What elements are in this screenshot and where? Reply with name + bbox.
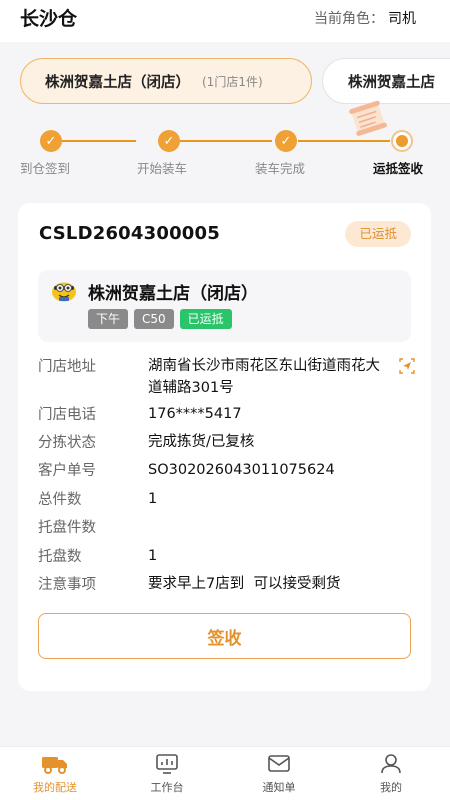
warehouse-title: 长沙仓 bbox=[20, 8, 78, 30]
field-value: 完成拣货/已复核 bbox=[148, 434, 255, 450]
field-value[interactable]: 176****5417 bbox=[148, 403, 388, 425]
mail-icon bbox=[268, 755, 290, 772]
current-role: 当前角色： 司机 bbox=[314, 8, 416, 28]
receipt-scroll-icon bbox=[349, 100, 387, 136]
store-tags: 下午 C50 已运抵 bbox=[88, 309, 232, 329]
store-tab-name: 株洲贺嘉土店（闭店） bbox=[45, 74, 190, 91]
app-header: 长沙仓 当前角色： 司机 bbox=[0, 0, 450, 42]
store-tab-active[interactable]: 株洲贺嘉土店（闭店） (1门店1件) bbox=[20, 58, 312, 104]
tag-code: C50 bbox=[134, 309, 174, 329]
field-phone: 门店电话 176****5417 bbox=[38, 403, 418, 425]
step-done-check-icon: ✓ bbox=[158, 130, 180, 152]
store-name: 株洲贺嘉土店（闭店） bbox=[88, 284, 258, 304]
step-connector bbox=[298, 140, 390, 142]
field-value: 1 bbox=[148, 491, 158, 507]
field-pallet-pieces: 托盘件数 bbox=[38, 516, 418, 538]
step-connector bbox=[62, 140, 136, 142]
truck-icon bbox=[42, 757, 67, 774]
tab-notices[interactable]: 通知单 bbox=[234, 753, 324, 795]
field-customer-no: 客户单号 SO302026043011075624 bbox=[38, 459, 418, 481]
field-label: 注意事项 bbox=[38, 577, 96, 593]
store-avatar-icon bbox=[52, 282, 76, 302]
store-summary: 株洲贺嘉土店（闭店） 下午 C50 已运抵 bbox=[38, 270, 411, 342]
field-value: 1 bbox=[148, 548, 158, 564]
store-tab-name: 株洲贺嘉土店 bbox=[348, 74, 435, 91]
bottom-tab-bar: 我的配送 工作台 通知单 我的 bbox=[0, 746, 450, 800]
status-badge: 已运抵 bbox=[345, 221, 411, 247]
monitor-icon bbox=[156, 754, 178, 774]
field-label: 托盘数 bbox=[38, 549, 82, 565]
user-icon bbox=[381, 754, 401, 774]
field-total-pieces: 总件数 1 bbox=[38, 488, 418, 510]
field-label: 托盘件数 bbox=[38, 520, 96, 536]
field-sort-status: 分拣状态 完成拣货/已复核 bbox=[38, 431, 418, 453]
step-label: 装车完成 bbox=[255, 161, 306, 176]
step-label-current: 运抵签收 bbox=[373, 161, 424, 176]
field-value: 要求早上7店到 可以接受剩货 bbox=[148, 576, 341, 592]
field-label: 客户单号 bbox=[38, 463, 96, 479]
tab-label: 工作台 bbox=[150, 781, 184, 794]
field-label: 总件数 bbox=[38, 492, 82, 508]
tab-workbench[interactable]: 工作台 bbox=[122, 753, 212, 795]
field-pallet-count: 托盘数 1 bbox=[38, 545, 418, 567]
field-notes: 注意事项 要求早上7店到 可以接受剩货 bbox=[38, 573, 418, 595]
store-tab-meta: (1门店1件) bbox=[202, 74, 263, 89]
step-done-check-icon: ✓ bbox=[275, 130, 297, 152]
tag-time: 下午 bbox=[88, 309, 129, 329]
field-label: 分拣状态 bbox=[38, 435, 96, 451]
order-number: CSLD2604300005 bbox=[39, 223, 220, 244]
tab-my-delivery[interactable]: 我的配送 bbox=[10, 753, 100, 795]
step-current-dot-icon bbox=[391, 130, 413, 152]
navigate-location-icon[interactable] bbox=[398, 357, 416, 375]
field-label: 门店地址 bbox=[38, 359, 96, 375]
step-label: 开始装车 bbox=[137, 161, 188, 176]
order-card: CSLD2604300005 已运抵 株洲贺嘉土店（闭店） 下午 C50 已运抵… bbox=[18, 203, 431, 691]
field-label: 门店电话 bbox=[38, 407, 96, 423]
sign-button[interactable]: 签收 bbox=[38, 613, 411, 659]
tab-label: 通知单 bbox=[262, 781, 296, 794]
step-connector bbox=[180, 140, 272, 142]
field-address: 门店地址 湖南省长沙市雨花区东山街道雨花大道辅路301号 bbox=[38, 355, 418, 401]
tag-status: 已运抵 bbox=[179, 309, 232, 329]
tab-label: 我的 bbox=[380, 781, 402, 794]
tab-mine[interactable]: 我的 bbox=[346, 753, 436, 795]
step-label: 到仓签到 bbox=[20, 161, 71, 176]
field-value: SO302026043011075624 bbox=[148, 462, 335, 478]
role-value: 司机 bbox=[388, 11, 416, 27]
field-value: 湖南省长沙市雨花区东山街道雨花大道辅路301号 bbox=[148, 358, 380, 396]
role-label: 当前角色： bbox=[314, 11, 384, 27]
tab-label: 我的配送 bbox=[33, 781, 77, 794]
step-done-check-icon: ✓ bbox=[40, 130, 62, 152]
